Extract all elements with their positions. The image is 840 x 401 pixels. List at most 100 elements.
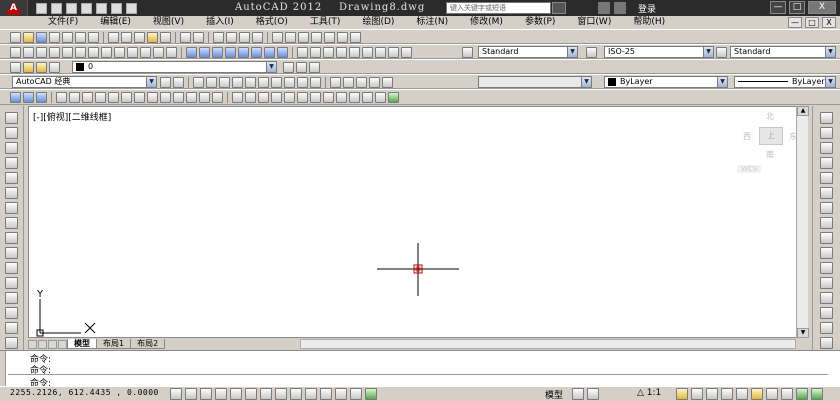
mesh-convert-icon[interactable]	[388, 92, 399, 103]
vertical-scrollbar[interactable]: ▲ ▼	[796, 106, 809, 338]
ucs-face-icon[interactable]	[95, 92, 106, 103]
minimize-button[interactable]: —	[770, 1, 786, 14]
subtract-icon[interactable]	[264, 47, 275, 58]
tray-settings-icon[interactable]	[811, 388, 823, 400]
ellipse-arc-icon[interactable]	[5, 262, 18, 274]
workspace-select[interactable]: AutoCAD 经典 ▼	[12, 76, 157, 88]
horizontal-scrollbar[interactable]	[300, 339, 796, 349]
layer-previous-icon[interactable]	[296, 62, 307, 73]
tab-first-icon[interactable]	[28, 339, 37, 349]
gradient-icon[interactable]	[5, 337, 18, 349]
make-current-layer-icon[interactable]	[283, 62, 294, 73]
linetype-select[interactable]: ByLayer ▼	[734, 76, 836, 88]
paste-icon[interactable]	[134, 32, 145, 43]
polyline-icon[interactable]	[5, 142, 18, 154]
annotation-visibility-icon[interactable]	[676, 388, 688, 400]
search-icon[interactable]	[552, 2, 566, 14]
dropdown-arrow-icon[interactable]: ▼	[717, 77, 727, 87]
ucs-icon[interactable]	[56, 92, 67, 103]
quick-view-drawings-icon[interactable]	[587, 388, 599, 400]
mesh-merge-icon[interactable]	[362, 92, 373, 103]
cut-icon[interactable]	[108, 32, 119, 43]
sun-icon[interactable]	[36, 62, 47, 73]
copy-object-icon[interactable]	[820, 127, 833, 139]
ucs-view-icon[interactable]	[121, 92, 132, 103]
menu-parametric[interactable]: 参数(P)	[514, 16, 566, 29]
publish-icon[interactable]	[75, 32, 86, 43]
move-gizmo-icon[interactable]	[245, 92, 256, 103]
login-link[interactable]: 登录	[638, 2, 656, 15]
dynamic-input-icon[interactable]	[305, 388, 317, 400]
zoom-realtime-icon[interactable]	[226, 32, 237, 43]
3d-align-icon[interactable]	[323, 47, 334, 58]
triangle-icon[interactable]	[36, 47, 47, 58]
mesh-smooth-icon[interactable]	[297, 92, 308, 103]
intersect-icon[interactable]	[277, 47, 288, 58]
mesh-crease-icon[interactable]	[323, 92, 334, 103]
layer-state-icon[interactable]	[309, 62, 320, 73]
rectangle-icon[interactable]	[10, 47, 21, 58]
print-icon[interactable]	[96, 2, 107, 14]
workspace-list-icon[interactable]	[173, 77, 184, 88]
section-plane-icon[interactable]	[362, 47, 373, 58]
view-back-icon[interactable]	[258, 77, 269, 88]
cylinder-icon[interactable]	[127, 47, 138, 58]
rotate-icon[interactable]	[820, 202, 833, 214]
menu-dimension[interactable]: 标注(N)	[405, 16, 459, 29]
rectangle-icon[interactable]	[5, 172, 18, 184]
cone-icon[interactable]	[101, 47, 112, 58]
menu-window[interactable]: 窗口(W)	[566, 16, 622, 29]
box-icon[interactable]	[49, 47, 60, 58]
lineweight-icon[interactable]	[320, 388, 332, 400]
view-nw-iso-icon[interactable]	[310, 77, 321, 88]
dropdown-arrow-icon[interactable]: ▼	[146, 77, 156, 87]
quick-view-layouts-icon[interactable]	[572, 388, 584, 400]
join-icon[interactable]	[820, 307, 833, 319]
open-file-icon[interactable]	[51, 2, 62, 14]
isolate-objects-icon[interactable]	[751, 388, 763, 400]
text-style-select[interactable]: Standard ▼	[478, 46, 578, 58]
markup-icon[interactable]	[324, 32, 335, 43]
sphere-icon[interactable]	[114, 47, 125, 58]
interfere-icon[interactable]	[401, 47, 412, 58]
dimension-style-select[interactable]: ISO-25 ▼	[604, 46, 714, 58]
tool-palettes-icon[interactable]	[298, 32, 309, 43]
lightbulb-icon[interactable]	[23, 62, 34, 73]
menu-draw[interactable]: 绘图(D)	[351, 16, 405, 29]
quick-properties-icon[interactable]	[350, 388, 362, 400]
sweep-icon[interactable]	[212, 47, 223, 58]
user-icon[interactable]	[614, 2, 626, 14]
move-icon[interactable]	[820, 187, 833, 199]
table-style-icon[interactable]	[716, 47, 727, 58]
fillet-icon[interactable]	[820, 337, 833, 349]
copy-icon[interactable]	[121, 32, 132, 43]
drawing-canvas[interactable]: [-][俯视][二维线框] 北 西 上 东 南 WCS Y	[28, 106, 808, 338]
ucs-y-icon[interactable]	[186, 92, 197, 103]
ellipse-icon[interactable]	[5, 247, 18, 259]
close-button[interactable]: X	[808, 1, 836, 14]
grid-display-icon[interactable]	[200, 388, 212, 400]
tab-previous-icon[interactable]	[38, 339, 47, 349]
offset-icon[interactable]	[820, 157, 833, 169]
tab-layout2[interactable]: 布局2	[130, 339, 166, 349]
mesh-close-icon[interactable]	[375, 92, 386, 103]
tab-model[interactable]: 模型	[67, 339, 97, 349]
properties-icon[interactable]	[272, 32, 283, 43]
visual-style-select[interactable]: ▼	[478, 76, 592, 88]
slice-icon[interactable]	[349, 47, 360, 58]
circle-icon[interactable]	[5, 202, 18, 214]
menu-modify[interactable]: 修改(M)	[459, 16, 514, 29]
circle-icon[interactable]	[62, 47, 73, 58]
match-properties-icon[interactable]	[147, 32, 158, 43]
tab-layout1[interactable]: 布局1	[96, 339, 132, 349]
construction-line-icon[interactable]	[5, 127, 18, 139]
menu-file[interactable]: 文件(F)	[0, 16, 89, 29]
continuous-orbit-icon[interactable]	[36, 92, 47, 103]
pan-icon[interactable]	[213, 32, 224, 43]
coordinates-display[interactable]: 2255.2126, 612.4435 , 0.0000	[10, 388, 159, 397]
dropdown-arrow-icon[interactable]: ▼	[825, 77, 835, 87]
ucs-world-icon[interactable]	[69, 92, 80, 103]
layer-select[interactable]: 0 ▼	[72, 61, 277, 73]
sheet-set-icon[interactable]	[311, 32, 322, 43]
flatshot-icon[interactable]	[375, 47, 386, 58]
